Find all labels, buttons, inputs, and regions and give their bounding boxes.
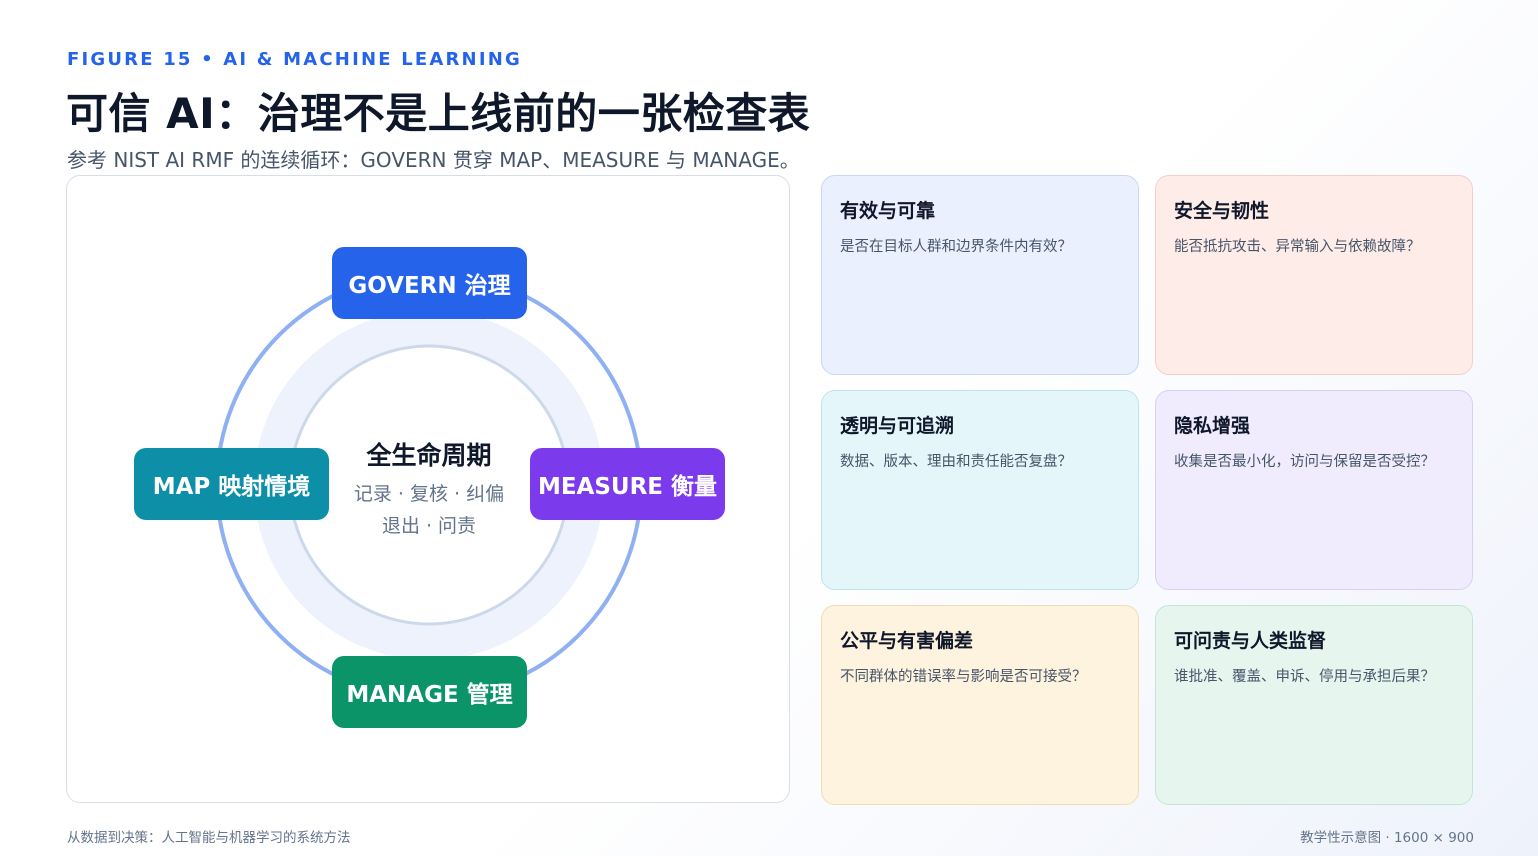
map-node: MAP 映射情境 xyxy=(134,448,329,520)
govern-node: GOVERN 治理 xyxy=(332,247,527,319)
card-title: 公平与有害偏差 xyxy=(840,630,974,652)
lifecycle-steps-line1: 记录 · 复核 · 纠偏 xyxy=(353,483,505,505)
measure-node: MEASURE 衡量 xyxy=(530,448,725,520)
figure-label: FIGURE 15 • AI & MACHINE LEARNING xyxy=(67,49,522,70)
footer-figure-note: 教学性示意图 · 1600 × 900 xyxy=(1300,830,1474,846)
card-question: 收集是否最小化，访问与保留是否受控？ xyxy=(1174,454,1435,470)
card-question: 谁批准、覆盖、申诉、停用与承担后果？ xyxy=(1174,669,1435,685)
page-subtitle: 参考 NIST AI RMF 的连续循环：GOVERN 贯穿 MAP、MEASU… xyxy=(67,148,800,172)
card-title: 有效与可靠 xyxy=(840,200,936,222)
lifecycle-title: 全生命周期 xyxy=(366,441,492,470)
card-security-resilience: 安全与韧性 能否抵抗攻击、异常输入与依赖故障？ xyxy=(1155,175,1473,375)
cycle-diagram-panel: GOVERN 治理 MAP 映射情境 MEASURE 衡量 MANAGE 管理 … xyxy=(66,175,790,803)
lifecycle-steps-line2: 退出 · 问责 xyxy=(381,515,477,537)
card-question: 不同群体的错误率与影响是否可接受？ xyxy=(840,669,1087,685)
card-title: 隐私增强 xyxy=(1174,415,1251,437)
card-question: 能否抵抗攻击、异常输入与依赖故障？ xyxy=(1174,239,1421,255)
card-question: 是否在目标人群和边界条件内有效？ xyxy=(840,239,1072,255)
card-fairness-bias: 公平与有害偏差 不同群体的错误率与影响是否可接受？ xyxy=(821,605,1139,805)
card-question: 数据、版本、理由和责任能否复盘？ xyxy=(840,454,1072,470)
card-validity-reliability: 有效与可靠 是否在目标人群和边界条件内有效？ xyxy=(821,175,1139,375)
page-title: 可信 AI：治理不是上线前的一张检查表 xyxy=(66,89,811,138)
card-transparency-traceability: 透明与可追溯 数据、版本、理由和责任能否复盘？ xyxy=(821,390,1139,590)
manage-node: MANAGE 管理 xyxy=(332,656,527,728)
card-title: 安全与韧性 xyxy=(1174,200,1270,222)
card-accountability-oversight: 可问责与人类监督 谁批准、覆盖、申诉、停用与承担后果？ xyxy=(1155,605,1473,805)
footer-book-title: 从数据到决策：人工智能与机器学习的系统方法 xyxy=(67,830,351,846)
card-privacy-enhanced: 隐私增强 收集是否最小化，访问与保留是否受控？ xyxy=(1155,390,1473,590)
card-title: 可问责与人类监督 xyxy=(1174,630,1327,652)
card-title: 透明与可追溯 xyxy=(840,415,955,437)
